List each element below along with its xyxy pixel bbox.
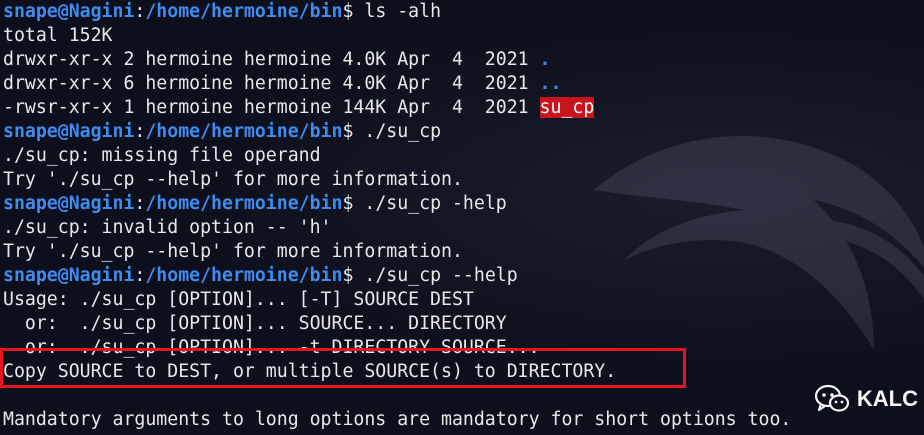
prompt-host: Nagini <box>68 121 135 142</box>
prompt-user: snape <box>3 193 58 214</box>
help-usage-line: Usage: ./su_cp [OPTION]... [-T] SOURCE D… <box>3 289 474 310</box>
prompt-at: @ <box>57 265 69 286</box>
command-text: ls -alh <box>353 1 442 22</box>
prompt-path: /home/hermoine/bin <box>145 265 343 286</box>
prompt-user: snape <box>3 1 58 22</box>
listing-details: drwxr-xr-x 6 hermoine hermoine 4.0K Apr … <box>3 73 540 94</box>
prompt-colon: : <box>134 265 146 286</box>
command-text: ./su_cp <box>353 121 442 142</box>
prompt-user: snape <box>3 121 58 142</box>
terminal-window[interactable]: snape@Nagini:/home/hermoine/bin$ ls -alh… <box>0 0 924 435</box>
prompt-host: Nagini <box>68 193 135 214</box>
prompt-line: snape@Nagini:/home/hermoine/bin$ ./su_cp… <box>3 264 791 288</box>
help-options-line: Mandatory arguments to long options are … <box>3 409 792 430</box>
listing-name: .. <box>539 73 562 94</box>
command-text: ./su_cp --help <box>353 265 518 286</box>
listing-row: drwxr-xr-x 6 hermoine hermoine 4.0K Apr … <box>3 72 791 96</box>
prompt-dollar: $ <box>342 121 354 142</box>
prompt-line: snape@Nagini:/home/hermoine/bin$ ls -alh <box>3 0 791 24</box>
listing-row: drwxr-xr-x 2 hermoine hermoine 4.0K Apr … <box>3 48 791 72</box>
prompt-host: Nagini <box>68 1 135 22</box>
help-usage-line: or: ./su_cp [OPTION]... SOURCE... DIRECT… <box>3 313 507 334</box>
output-line: ./su_cp: invalid option -- 'h' <box>3 217 332 238</box>
listing-name: . <box>539 49 551 70</box>
annotation-highlight-box <box>0 348 686 388</box>
prompt-path: /home/hermoine/bin <box>145 1 343 22</box>
prompt-at: @ <box>57 193 69 214</box>
prompt-user: snape <box>3 265 58 286</box>
prompt-host: Nagini <box>68 265 135 286</box>
source-watermark-badge: KALC <box>814 382 918 416</box>
prompt-dollar: $ <box>342 265 354 286</box>
prompt-colon: : <box>134 193 146 214</box>
command-text: ./su_cp -help <box>353 193 507 214</box>
prompt-colon: : <box>134 1 146 22</box>
listing-details: drwxr-xr-x 2 hermoine hermoine 4.0K Apr … <box>3 49 540 70</box>
prompt-dollar: $ <box>342 1 354 22</box>
prompt-dollar: $ <box>342 193 354 214</box>
prompt-colon: : <box>134 121 146 142</box>
suid-file-name: su_cp <box>539 97 595 118</box>
output-line: Try './su_cp --help' for more informatio… <box>3 241 463 262</box>
prompt-path: /home/hermoine/bin <box>145 193 343 214</box>
prompt-at: @ <box>57 121 69 142</box>
wechat-icon <box>814 384 849 412</box>
prompt-line: snape@Nagini:/home/hermoine/bin$ ./su_cp… <box>3 192 791 216</box>
badge-label: KALC <box>856 386 918 411</box>
listing-details: -rwsr-xr-x 1 hermoine hermoine 144K Apr … <box>3 97 540 118</box>
listing-row: -rwsr-xr-x 1 hermoine hermoine 144K Apr … <box>3 96 791 120</box>
prompt-path: /home/hermoine/bin <box>145 121 343 142</box>
output-line: ./su_cp: missing file operand <box>3 145 321 166</box>
output-line: Try './su_cp --help' for more informatio… <box>3 169 463 190</box>
prompt-at: @ <box>57 1 69 22</box>
output-line: total 152K <box>3 25 113 46</box>
prompt-line: snape@Nagini:/home/hermoine/bin$ ./su_cp <box>3 120 791 144</box>
